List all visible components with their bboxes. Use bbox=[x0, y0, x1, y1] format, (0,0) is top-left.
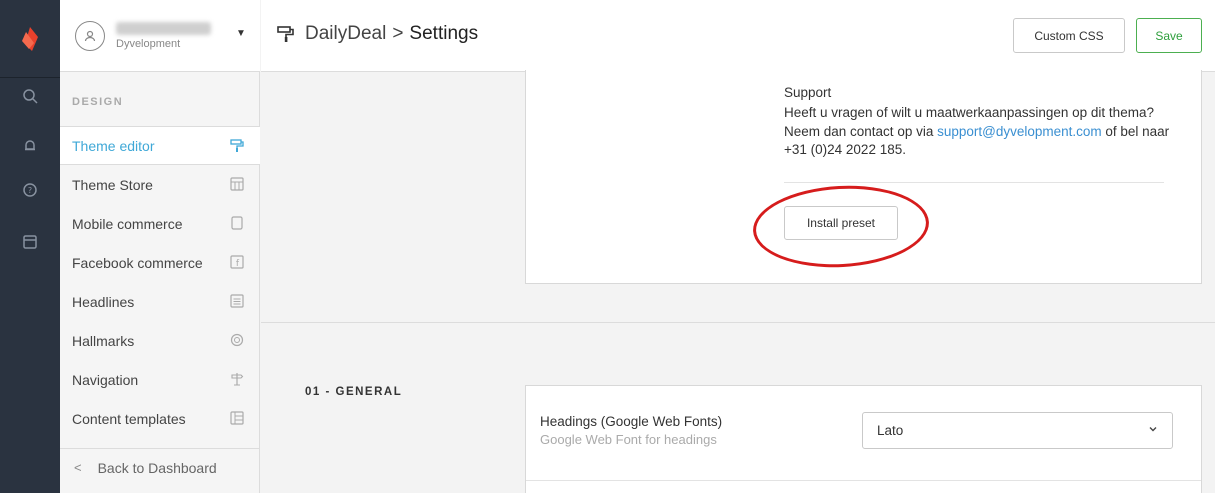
store-icon bbox=[230, 177, 244, 191]
tablet-icon bbox=[231, 216, 243, 230]
page-title: Settings bbox=[409, 23, 479, 44]
user-icon bbox=[84, 30, 96, 42]
support-text: Heeft u vragen of wilt u maatwerkaanpass… bbox=[784, 104, 1184, 160]
sidebar-item-label: Headlines bbox=[72, 293, 135, 310]
top-header: DailyDeal > Settings Custom CSS Save bbox=[261, 0, 1215, 72]
breadcrumb-app[interactable]: DailyDeal bbox=[305, 23, 386, 45]
sidebar-item-label: Facebook commerce bbox=[72, 254, 203, 271]
app-logo[interactable] bbox=[0, 0, 60, 78]
document-icon bbox=[230, 294, 244, 308]
paint-roller-icon bbox=[277, 26, 294, 42]
sidebar-item-navigation[interactable]: Navigation bbox=[60, 360, 260, 399]
back-to-dashboard-link[interactable]: < Back to Dashboard bbox=[60, 448, 260, 486]
sidebar-item-content-templates[interactable]: Content templates bbox=[60, 399, 260, 438]
flame-logo-icon bbox=[22, 26, 38, 51]
account-name-redacted bbox=[116, 22, 211, 35]
sidebar-item-facebook-commerce[interactable]: Facebook commerce f bbox=[60, 243, 260, 282]
main-content: Support Heeft u vragen of wilt u maatwer… bbox=[261, 70, 1215, 493]
signpost-icon bbox=[231, 373, 244, 386]
section-label-general: 01 - GENERAL bbox=[305, 386, 403, 398]
window-icon[interactable] bbox=[0, 216, 60, 268]
icon-rail: ? bbox=[0, 0, 60, 493]
sidebar-item-label: Theme Store bbox=[72, 176, 153, 193]
sidebar-item-label: Navigation bbox=[72, 371, 139, 388]
sidebar-item-theme-store[interactable]: Theme Store bbox=[60, 165, 260, 204]
sidebar-item-label: Mobile commerce bbox=[72, 215, 183, 232]
divider bbox=[261, 322, 1215, 323]
avatar bbox=[75, 21, 105, 51]
svg-text:?: ? bbox=[28, 186, 32, 195]
headings-font-help: Google Web Font for headings bbox=[540, 432, 717, 447]
search-icon[interactable] bbox=[0, 70, 60, 122]
divider bbox=[784, 182, 1164, 183]
sidebar-item-mobile-commerce[interactable]: Mobile commerce bbox=[60, 204, 260, 243]
account-shop: Dyvelopment bbox=[116, 38, 181, 50]
general-settings-card: Headings (Google Web Fonts) Google Web F… bbox=[525, 385, 1202, 493]
support-title: Support bbox=[784, 85, 832, 100]
back-label: Back to Dashboard bbox=[97, 459, 217, 476]
paint-roller-icon bbox=[230, 139, 244, 152]
divider bbox=[526, 480, 1201, 481]
account-switcher[interactable]: Dyvelopment ▼ bbox=[60, 0, 260, 72]
sidebar: Dyvelopment ▼ DESIGN Theme editor Theme … bbox=[60, 0, 260, 493]
sidebar-item-theme-editor[interactable]: Theme editor bbox=[60, 126, 260, 165]
sidebar-item-label: Hallmarks bbox=[72, 332, 135, 349]
template-icon bbox=[230, 411, 244, 425]
sidebar-item-hallmarks[interactable]: Hallmarks bbox=[60, 321, 260, 360]
support-email-link[interactable]: support@dyvelopment.com bbox=[937, 124, 1102, 139]
chevron-down-icon bbox=[1149, 427, 1157, 432]
support-card: Support Heeft u vragen of wilt u maatwer… bbox=[525, 70, 1202, 284]
custom-css-button[interactable]: Custom CSS bbox=[1013, 18, 1125, 53]
sidebar-item-headlines[interactable]: Headlines bbox=[60, 282, 260, 321]
seal-icon bbox=[230, 333, 244, 347]
breadcrumb: DailyDeal > Settings bbox=[277, 23, 478, 45]
red-circle-annotation bbox=[751, 181, 931, 272]
selected-value: Lato bbox=[877, 423, 904, 438]
sidebar-item-label: Content templates bbox=[72, 410, 186, 427]
facebook-icon: f bbox=[230, 255, 244, 269]
headings-font-select[interactable]: Lato bbox=[862, 412, 1173, 449]
headings-font-label: Headings (Google Web Fonts) bbox=[540, 414, 723, 429]
sidebar-item-label: Theme editor bbox=[72, 137, 155, 154]
help-icon[interactable]: ? bbox=[0, 164, 60, 216]
breadcrumb-separator: > bbox=[392, 23, 404, 44]
section-label-design: DESIGN bbox=[72, 96, 124, 108]
chevron-left-icon: < bbox=[74, 460, 82, 475]
save-button[interactable]: Save bbox=[1136, 18, 1202, 53]
caret-down-icon: ▼ bbox=[236, 28, 246, 39]
